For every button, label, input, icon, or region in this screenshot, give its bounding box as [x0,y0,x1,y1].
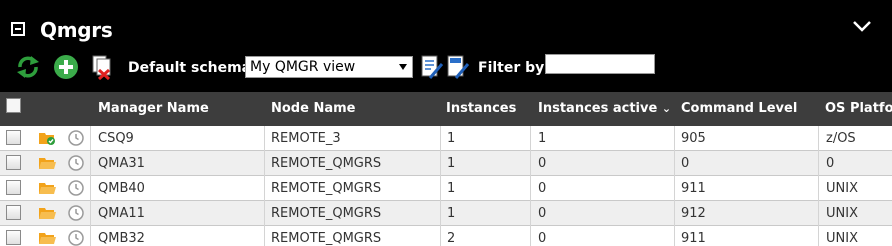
column-header-instances-active[interactable]: Instances active ⌄ [538,101,671,116]
row-checkbox[interactable] [6,180,21,195]
add-icon[interactable] [53,54,79,80]
table-row[interactable]: QMA31 REMOTE_QMGRS 1 0 0 0 [0,151,892,176]
select-all-checkbox[interactable] [6,98,21,113]
manager-name-cell: QMA31 [98,156,145,171]
instances-active-cell: 0 [538,181,547,196]
instances-active-cell: 1 [538,131,547,146]
refresh-icon[interactable] [15,54,41,80]
collapse-panel-button[interactable] [11,22,25,36]
os-platform-cell: 0 [826,156,835,171]
command-level-cell: 912 [681,206,706,221]
instances-cell: 1 [447,131,456,146]
row-checkbox[interactable] [6,155,21,170]
table-row[interactable]: CSQ9 REMOTE_3 1 1 905 z/OS [0,126,892,151]
instances-cell: 1 [447,206,456,221]
instances-cell: 2 [447,231,456,246]
manager-name-cell: QMB32 [98,231,145,246]
edit-schema-icon[interactable] [420,54,444,80]
node-name-cell: REMOTE_QMGRS [271,156,382,171]
node-name-cell: REMOTE_3 [271,131,341,146]
os-platform-cell: z/OS [826,131,856,146]
folder-check-icon[interactable] [38,131,56,145]
instances-cell: 1 [447,156,456,171]
os-platform-cell: UNIX [826,231,858,246]
folder-icon[interactable] [38,156,56,170]
instances-active-cell: 0 [538,206,547,221]
table-row[interactable]: QMB32 REMOTE_QMGRS 2 0 911 UNIX [0,226,892,246]
panel-header: Qmgrs Default schema: My QMGR view Filte… [0,0,892,92]
clock-icon[interactable] [68,180,84,196]
manager-name-cell: QMA11 [98,206,145,221]
row-checkbox[interactable] [6,205,21,220]
schema-select-value: My QMGR view [250,59,356,75]
manage-schema-icon[interactable] [446,54,470,80]
command-level-cell: 911 [681,231,706,246]
schema-select[interactable]: My QMGR view [245,56,413,78]
command-level-cell: 911 [681,181,706,196]
column-header-os-platform[interactable]: OS Platfor [825,101,892,116]
manager-name-cell: QMB40 [98,181,145,196]
clock-icon[interactable] [68,230,84,246]
toolbar: Default schema: My QMGR view Filter by: [0,54,892,84]
os-platform-cell: UNIX [826,206,858,221]
column-header-instances[interactable]: Instances [446,101,516,116]
row-checkbox[interactable] [6,130,21,145]
delete-document-icon[interactable] [90,54,116,80]
clock-icon[interactable] [68,155,84,171]
filter-label: Filter by: [478,60,550,76]
instances-active-cell: 0 [538,231,547,246]
instances-active-cell: 0 [538,156,547,171]
folder-icon[interactable] [38,231,56,245]
clock-icon[interactable] [68,130,84,146]
column-header-manager-name[interactable]: Manager Name [98,101,209,116]
column-header-label: Instances active [538,101,658,116]
node-name-cell: REMOTE_QMGRS [271,231,382,246]
command-level-cell: 0 [681,156,690,171]
queue-manager-grid: Manager Name Node Name Instances Instanc… [0,92,892,246]
row-checkbox[interactable] [6,230,21,245]
instances-cell: 1 [447,181,456,196]
column-header-command-level[interactable]: Command Level [681,101,797,116]
manager-name-cell: CSQ9 [98,131,134,146]
column-header-node-name[interactable]: Node Name [271,101,355,116]
grid-header: Manager Name Node Name Instances Instanc… [0,92,892,126]
table-row[interactable]: QMB40 REMOTE_QMGRS 1 0 911 UNIX [0,176,892,201]
folder-icon[interactable] [38,181,56,195]
default-schema-label: Default schema: [128,60,257,76]
os-platform-cell: UNIX [826,181,858,196]
chevron-down-icon[interactable] [852,20,872,32]
table-row[interactable]: QMA11 REMOTE_QMGRS 1 0 912 UNIX [0,201,892,226]
sort-descending-icon: ⌄ [661,102,672,115]
clock-icon[interactable] [68,205,84,221]
panel-title: Qmgrs [40,18,113,42]
node-name-cell: REMOTE_QMGRS [271,206,382,221]
filter-input[interactable] [545,54,655,74]
select-arrow-icon [399,64,407,70]
node-name-cell: REMOTE_QMGRS [271,181,382,196]
command-level-cell: 905 [681,131,706,146]
folder-icon[interactable] [38,206,56,220]
